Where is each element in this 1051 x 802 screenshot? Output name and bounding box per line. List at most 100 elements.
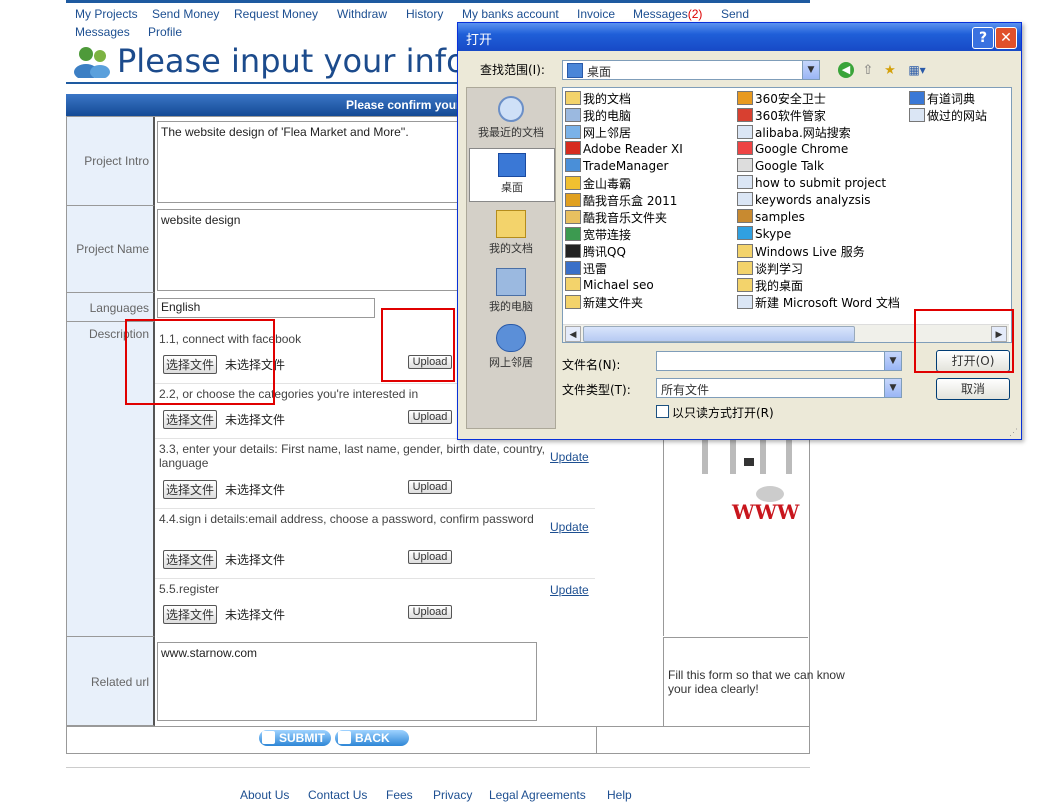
place-network-label: 网上邻居 <box>489 356 533 369</box>
file-icon <box>565 176 581 190</box>
file-item[interactable]: Michael seo <box>565 277 654 292</box>
choose-file-button-2[interactable]: 选择文件 <box>163 410 218 429</box>
view-menu-icon[interactable]: ▦▾ <box>906 62 928 78</box>
file-icon <box>737 192 753 206</box>
file-item[interactable]: how to submit project <box>737 175 886 190</box>
scroll-left-icon[interactable]: ◀ <box>565 326 581 342</box>
nav-banks-account[interactable]: My banks account <box>462 7 559 21</box>
nav-withdraw[interactable]: Withdraw <box>337 7 387 21</box>
no-file-text-5: 未选择文件 <box>225 608 286 622</box>
file-item[interactable]: 网上邻居 <box>565 124 631 141</box>
file-item[interactable]: 我的桌面 <box>737 277 803 294</box>
confirm-bar-text: Please confirm your <box>346 98 461 112</box>
place-desktop[interactable]: 桌面 <box>469 148 555 202</box>
file-item[interactable]: Adobe Reader XI <box>565 141 683 156</box>
place-recent[interactable]: 我最近的文档 <box>469 96 553 140</box>
back-label: BACK <box>355 731 390 745</box>
footer-fees[interactable]: Fees <box>386 788 413 802</box>
look-in-value: 桌面 <box>587 65 612 79</box>
file-item[interactable]: 宽带连接 <box>565 226 631 243</box>
related-url-textarea[interactable]: www.starnow.com <box>157 642 537 721</box>
footer-legal-agreements[interactable]: Legal Agreements <box>489 788 586 802</box>
nav-send-money[interactable]: Send Money <box>152 7 219 21</box>
place-my-documents[interactable]: 我的文档 <box>469 210 553 256</box>
file-item[interactable]: 360软件管家 <box>737 107 826 124</box>
file-item[interactable]: 做过的网站 <box>909 107 987 124</box>
chevron-down-icon[interactable]: ▼ <box>884 379 901 397</box>
footer-about-us[interactable]: About Us <box>240 788 289 802</box>
resize-grip-icon[interactable]: ⋰ <box>1009 427 1019 437</box>
file-name: Windows Live 服务 <box>755 245 865 259</box>
upload-button-4[interactable]: Upload <box>408 550 452 564</box>
nav-messages[interactable]: Messages(2) <box>633 7 702 21</box>
file-item[interactable]: TradeManager <box>565 158 668 173</box>
nav-profile[interactable]: Profile <box>148 25 182 39</box>
choose-file-button-3[interactable]: 选择文件 <box>163 480 218 499</box>
back-arrow-icon[interactable]: ◀ <box>838 62 854 78</box>
nav-send-messages[interactable]: Messages <box>75 25 130 39</box>
file-item[interactable]: 酷我音乐文件夹 <box>565 209 667 226</box>
file-icon <box>737 125 753 139</box>
up-folder-icon[interactable]: ⇧ <box>860 62 876 78</box>
file-name: 我的文档 <box>583 92 632 106</box>
file-item[interactable]: 酷我音乐盒 2011 <box>565 192 677 209</box>
close-button[interactable]: ✕ <box>995 27 1017 49</box>
place-my-computer[interactable]: 我的电脑 <box>469 268 553 314</box>
file-name: how to submit project <box>755 176 887 190</box>
filetype-value: 所有文件 <box>661 383 710 397</box>
file-item[interactable]: 我的文档 <box>565 90 631 107</box>
choose-file-button-4[interactable]: 选择文件 <box>163 550 218 569</box>
file-item[interactable]: samples <box>737 209 805 224</box>
file-item[interactable]: 迅雷 <box>565 260 607 277</box>
upload-button-2[interactable]: Upload <box>408 410 452 424</box>
nav-request-money[interactable]: Request Money <box>234 7 318 21</box>
footer-contact-us[interactable]: Contact Us <box>308 788 367 802</box>
file-item[interactable]: 金山毒霸 <box>565 175 631 192</box>
file-item[interactable]: Windows Live 服务 <box>737 243 865 260</box>
nav-history[interactable]: History <box>406 7 443 21</box>
update-link-4[interactable]: Update <box>550 520 589 534</box>
filename-input[interactable]: ▼ <box>656 351 902 371</box>
chevron-down-icon[interactable]: ▼ <box>802 61 819 79</box>
file-item[interactable]: 新建文件夹 <box>565 294 643 311</box>
help-button[interactable]: ? <box>972 27 994 49</box>
new-folder-icon[interactable]: ★ <box>882 62 898 78</box>
nav-invoice[interactable]: Invoice <box>577 7 615 21</box>
file-item[interactable]: Skype <box>737 226 791 241</box>
file-item[interactable]: 360安全卫士 <box>737 90 826 107</box>
file-item[interactable]: keywords analyzsis <box>737 192 870 207</box>
dialog-title: 打开 <box>466 33 493 48</box>
project-intro-label-cell: Project Intro <box>67 117 155 206</box>
nav-send[interactable]: Send <box>721 7 749 21</box>
file-item[interactable]: 有道词典 <box>909 90 975 107</box>
look-in-dropdown[interactable]: 桌面 ▼ <box>562 60 820 80</box>
scroll-thumb[interactable] <box>583 326 855 342</box>
place-network[interactable]: 网上邻居 <box>469 324 553 370</box>
back-button[interactable]: BACK <box>335 730 409 746</box>
file-item[interactable]: Google Talk <box>737 158 824 173</box>
file-item[interactable]: 腾讯QQ <box>565 243 626 260</box>
file-item[interactable]: 我的电脑 <box>565 107 631 124</box>
readonly-checkbox[interactable] <box>656 405 669 418</box>
my-computer-icon <box>496 268 526 296</box>
footer-privacy[interactable]: Privacy <box>433 788 472 802</box>
file-name: 网上邻居 <box>583 126 632 140</box>
file-item[interactable]: alibaba.网站搜索 <box>737 124 851 141</box>
file-item[interactable]: Google Chrome <box>737 141 848 156</box>
update-link-3[interactable]: Update <box>550 450 589 464</box>
filetype-dropdown[interactable]: 所有文件 ▼ <box>656 378 902 398</box>
file-item[interactable]: 谈判学习 <box>737 260 803 277</box>
side-note-cell: Fill this form so that we can know your … <box>663 637 845 726</box>
update-link-5[interactable]: Update <box>550 583 589 597</box>
languages-input[interactable]: English <box>157 298 375 318</box>
file-icon <box>737 244 753 258</box>
cancel-button[interactable]: 取消 <box>936 378 1010 400</box>
upload-button-5[interactable]: Upload <box>408 605 452 619</box>
upload-button-3[interactable]: Upload <box>408 480 452 494</box>
footer-help[interactable]: Help <box>607 788 632 802</box>
chevron-down-icon[interactable]: ▼ <box>884 352 901 370</box>
choose-file-button-5[interactable]: 选择文件 <box>163 605 218 624</box>
file-item[interactable]: 新建 Microsoft Word 文档 <box>737 294 900 311</box>
nav-my-projects[interactable]: My Projects <box>75 7 138 21</box>
submit-button[interactable]: SUBMIT <box>259 730 331 746</box>
